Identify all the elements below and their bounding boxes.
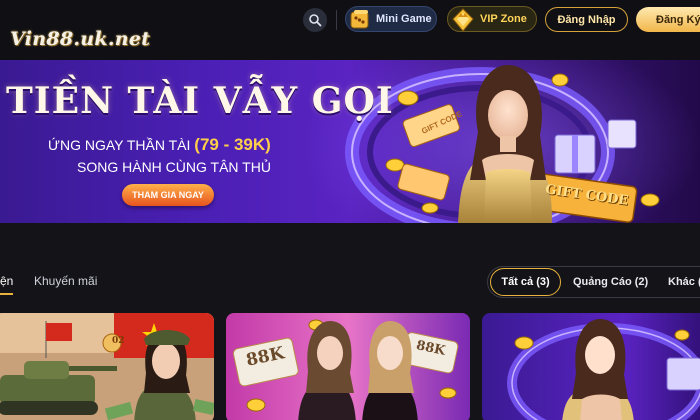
promo-banner[interactable]: TIỀN TÀI VẪY GỌI ỨNG NGAY THẦN TÀI (79 -… [0, 60, 700, 223]
tab-events[interactable]: ện [0, 274, 14, 295]
filter-ads[interactable]: Quảng Cáo (2) [573, 268, 648, 296]
join-now-button[interactable]: THAM GIA NGAY [122, 184, 214, 206]
banner-subtitle-line2: SONG HÀNH CÙNG TÂN THỦ [77, 159, 271, 175]
vip-zone-label: VIP Zone [480, 13, 527, 25]
promo-card-giftcode[interactable] [482, 313, 700, 420]
tab-promotions[interactable]: Khuyến mãi [34, 274, 97, 288]
site-logo[interactable]: Vin88.uk.net [10, 28, 150, 50]
filter-other[interactable]: Khác (1 [668, 268, 700, 296]
header-divider [336, 10, 337, 30]
mini-game-button[interactable]: Mini Game [345, 6, 437, 32]
search-icon [309, 14, 322, 27]
register-button[interactable]: Đăng Ký [636, 7, 700, 32]
search-button[interactable] [303, 8, 327, 32]
banner-subtitle-prefix: ỨNG NGAY THẦN TÀI [48, 137, 195, 153]
promo-card-army[interactable]: 02 [0, 313, 214, 420]
page: Vin88.uk.net Mini Game VIP Zone Đăng Nhậ… [0, 0, 700, 420]
crown-icon [452, 8, 474, 32]
card-giftcode-artwork [482, 313, 700, 420]
vip-zone-button[interactable]: VIP Zone [447, 6, 537, 32]
banner-subtitle-line1: ỨNG NGAY THẦN TÀI (79 - 39K) [48, 135, 271, 155]
top-header: Vin88.uk.net Mini Game VIP Zone Đăng Nhậ… [0, 0, 700, 60]
card-army-artwork [0, 313, 214, 420]
banner-amount-highlight: (79 - 39K) [194, 135, 271, 154]
login-button[interactable]: Đăng Nhập [545, 7, 628, 32]
banner-title: TIỀN TÀI VẪY GỌI [6, 80, 394, 122]
card-army-badge: 02 [112, 336, 125, 346]
mini-game-label: Mini Game [376, 13, 432, 25]
promo-card-88k[interactable]: 88K 88K [226, 313, 470, 420]
filter-all[interactable]: Tất cả (3) [490, 268, 561, 296]
dice-icon [350, 10, 369, 29]
